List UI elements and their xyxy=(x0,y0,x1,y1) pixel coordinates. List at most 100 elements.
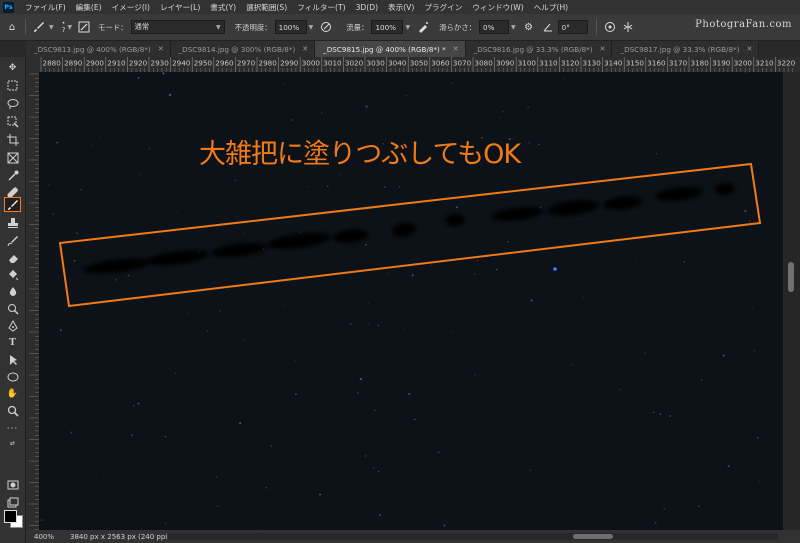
mode-select[interactable]: 通常 ▼ xyxy=(130,20,225,34)
close-icon[interactable]: ✕ xyxy=(453,45,459,53)
star-dot xyxy=(502,110,504,113)
zoom-tool-icon[interactable] xyxy=(4,403,21,418)
star-dot xyxy=(656,153,658,155)
gradient-tool-icon[interactable] xyxy=(4,267,21,282)
chevron-down-icon[interactable]: ▼ xyxy=(49,24,54,31)
star-dot xyxy=(701,379,703,381)
close-icon[interactable]: ✕ xyxy=(600,45,606,53)
pen-tool-icon[interactable] xyxy=(4,318,21,333)
star-dot xyxy=(476,259,479,261)
swap-colors-icon[interactable]: ⇄ xyxy=(4,439,21,447)
star-dot xyxy=(527,106,529,108)
star-dot xyxy=(413,418,416,421)
lasso-tool-icon[interactable] xyxy=(4,96,21,111)
star-dot xyxy=(571,364,573,366)
horizontal-scroll-thumb[interactable] xyxy=(573,534,613,539)
menu-layer[interactable]: レイヤー(L) xyxy=(155,2,205,13)
tab-dsc9815[interactable]: _DSC9815.jpg @ 400% (RGB/8*) * ✕ xyxy=(315,41,466,57)
star-dot xyxy=(73,259,76,262)
brush-size-picker[interactable]: • 7 xyxy=(62,20,66,34)
menu-bar: Ps ファイル(F) 編集(E) イメージ(I) レイヤー(L) 書式(Y) 選… xyxy=(0,0,800,14)
horizontal-ruler[interactable]: 2880 2890 2900 2910 2920 2930 2940 2950 2960 2970… xyxy=(39,57,800,73)
flow-input[interactable]: 100% xyxy=(371,20,404,34)
tab-dsc9814[interactable]: _DSC9814.jpg @ 300% (RGB/8*) ✕ xyxy=(170,41,316,57)
vertical-scroll-thumb[interactable] xyxy=(788,262,794,292)
blur-tool-icon[interactable] xyxy=(4,284,21,299)
tab-dsc9816[interactable]: _DSC9816.jpg @ 33.3% (RGB/8*) ✕ xyxy=(465,41,613,57)
star-dot xyxy=(722,354,725,357)
menu-3d[interactable]: 3D(D) xyxy=(351,3,383,12)
menu-plugins[interactable]: プラグイン xyxy=(419,2,467,13)
menu-file[interactable]: ファイル(F) xyxy=(20,2,71,13)
pressure-size-icon[interactable] xyxy=(602,19,618,35)
star-dot xyxy=(364,455,367,457)
smoothing-input[interactable]: 0% xyxy=(479,20,510,34)
tab-dsc9813[interactable]: _DSC9813.jpg @ 400% (RGB/8*) ✕ xyxy=(26,41,171,57)
clone-stamp-tool-icon[interactable] xyxy=(4,215,21,230)
zoom-level[interactable]: 400% xyxy=(34,533,54,541)
star-highlight xyxy=(553,267,557,271)
star-dot xyxy=(372,466,375,469)
chevron-down-icon[interactable]: ▼ xyxy=(309,24,314,31)
eraser-tool-icon[interactable] xyxy=(4,250,21,265)
frame-tool-icon[interactable] xyxy=(4,150,21,165)
angle-input[interactable]: 0° xyxy=(557,20,588,34)
brush-settings-icon[interactable] xyxy=(76,19,92,35)
ruler-label: 3050 xyxy=(410,59,429,68)
close-icon[interactable]: ✕ xyxy=(746,45,752,53)
close-icon[interactable]: ✕ xyxy=(158,45,164,53)
menu-select[interactable]: 選択範囲(S) xyxy=(241,2,292,13)
tab-dsc9817[interactable]: _DSC9817.jpg @ 33.3% (RGB/8*) ✕ xyxy=(612,41,760,57)
marquee-tool-icon[interactable] xyxy=(4,78,21,93)
more-tools-icon[interactable]: ··· xyxy=(4,421,21,436)
ruler-label: 2970 xyxy=(237,59,256,68)
menu-filter[interactable]: フィルター(T) xyxy=(292,2,350,13)
chevron-down-icon[interactable]: ▼ xyxy=(405,24,410,31)
screen-mode-icon[interactable] xyxy=(4,495,21,510)
star-dot xyxy=(39,294,40,296)
quick-mask-icon[interactable] xyxy=(4,477,21,492)
horizontal-scrollbar[interactable] xyxy=(168,533,778,540)
home-icon[interactable]: ⌂ xyxy=(4,19,20,35)
star-dot xyxy=(132,404,135,407)
symmetry-icon[interactable] xyxy=(620,19,636,35)
gear-icon[interactable]: ⚙ xyxy=(521,19,537,35)
ellipse-tool-icon[interactable] xyxy=(4,369,21,384)
brush-tool-icon[interactable] xyxy=(4,197,21,212)
chevron-down-icon[interactable]: ▼ xyxy=(511,24,516,31)
close-icon[interactable]: ✕ xyxy=(302,45,308,53)
vertical-scrollbar[interactable] xyxy=(783,72,800,530)
menu-help[interactable]: ヘルプ(H) xyxy=(529,2,573,13)
menu-view[interactable]: 表示(V) xyxy=(383,2,419,13)
star-dot xyxy=(56,141,59,144)
vertical-ruler[interactable] xyxy=(26,72,40,530)
eyedropper-tool-icon[interactable] xyxy=(4,168,21,183)
dodge-tool-icon[interactable] xyxy=(4,301,21,316)
ruler-label: 3180 xyxy=(691,59,710,68)
mode-label: モード： xyxy=(98,22,128,32)
pressure-opacity-icon[interactable] xyxy=(318,19,334,35)
menu-image[interactable]: イメージ(I) xyxy=(107,2,155,13)
menu-window[interactable]: ウィンドウ(W) xyxy=(467,2,528,13)
brush-preset-icon[interactable] xyxy=(31,19,47,35)
move-tool-icon[interactable]: ✥ xyxy=(4,60,21,75)
ruler-label: 3070 xyxy=(453,59,472,68)
opacity-input[interactable]: 100% xyxy=(274,20,307,34)
hand-tool-icon[interactable]: ✋ xyxy=(4,386,21,401)
document-info[interactable]: 3840 px x 2563 px (240 ppi) xyxy=(70,533,170,541)
chevron-down-icon[interactable]: ▼ xyxy=(67,24,72,31)
menu-type[interactable]: 書式(Y) xyxy=(205,2,241,13)
foreground-color-swatch[interactable] xyxy=(4,510,17,523)
object-selection-tool-icon[interactable] xyxy=(4,114,21,129)
separator xyxy=(595,19,597,35)
photoshop-logo-icon[interactable]: Ps xyxy=(3,1,14,13)
history-brush-tool-icon[interactable] xyxy=(4,233,21,248)
menu-edit[interactable]: 編集(E) xyxy=(71,2,107,13)
document-canvas[interactable]: 大雑把に塗りつぶしてもOK xyxy=(39,72,783,530)
airbrush-icon[interactable] xyxy=(415,19,431,35)
star-dot xyxy=(683,261,686,263)
type-tool-icon[interactable]: T xyxy=(4,335,21,350)
crop-tool-icon[interactable] xyxy=(4,132,21,147)
path-selection-tool-icon[interactable] xyxy=(4,352,21,367)
star-dot xyxy=(243,232,246,235)
